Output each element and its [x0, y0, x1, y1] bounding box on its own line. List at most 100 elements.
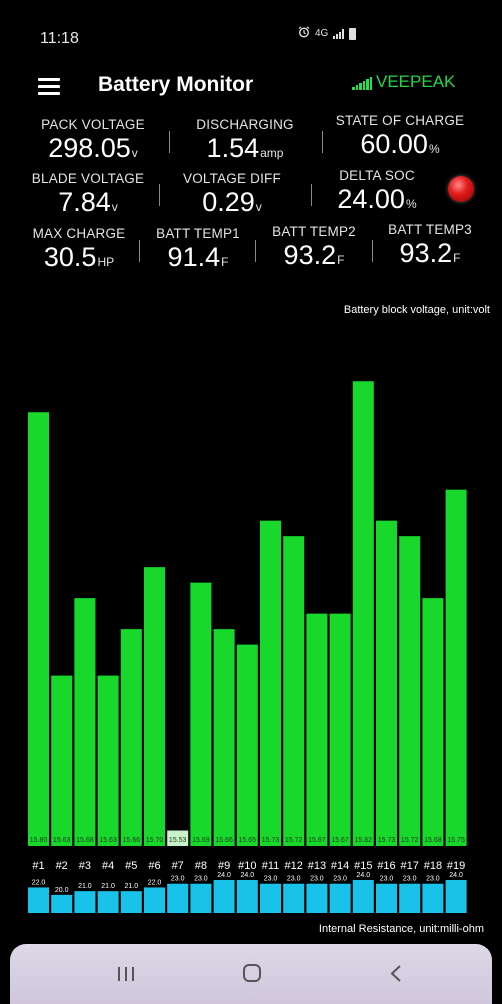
voltage-bar — [28, 412, 49, 846]
record-button[interactable] — [448, 176, 474, 202]
cell-label: #3 — [79, 860, 91, 872]
value-text: 60.00 — [360, 129, 428, 159]
voltage-bar — [376, 520, 397, 846]
resistance-data-label: 21.0 — [78, 883, 92, 890]
voltage-bar — [329, 613, 351, 846]
voltage-chart-title: Battery block voltage, unit:volt — [343, 304, 490, 316]
metric-value: 93.2F — [374, 238, 486, 269]
metric-blade-voltage: BLADE VOLTAGE 7.84v — [22, 171, 154, 218]
cell-label: #19 — [447, 860, 465, 872]
resistance-data-label: 24.0 — [217, 872, 231, 879]
divider — [159, 184, 160, 206]
resistance-bar — [213, 880, 235, 913]
divider — [255, 240, 256, 262]
cell-label: #11 — [262, 860, 280, 872]
status-icons: 4G — [298, 26, 357, 41]
cell-label: #6 — [148, 860, 160, 872]
unit-text: HP — [97, 255, 115, 269]
value-text: 30.5 — [43, 242, 97, 272]
voltage-bar — [306, 613, 328, 846]
resistance-bar — [167, 883, 189, 913]
cell-label: #12 — [285, 860, 303, 872]
cell-label: #1 — [32, 860, 44, 872]
metric-label: DISCHARGING — [196, 117, 294, 132]
metric-batt-temp1: BATT TEMP1 91.4F — [142, 226, 254, 273]
resistance-data-label: 24.0 — [449, 872, 463, 879]
resistance-data-label: 23.0 — [380, 876, 394, 883]
cell-label: #7 — [172, 860, 184, 872]
voltage-data-label: 15.72 — [285, 837, 303, 844]
unit-text: v — [255, 200, 262, 214]
voltage-data-label: 15.66 — [215, 837, 233, 844]
voltage-bar — [352, 381, 374, 846]
resistance-bar — [74, 891, 96, 913]
status-time: 11:18 — [40, 30, 79, 47]
cell-label: #10 — [238, 860, 256, 872]
resistance-bar — [399, 883, 421, 913]
recent-apps-icon — [118, 967, 134, 981]
cell-label: #18 — [424, 860, 442, 872]
unit-text: F — [337, 253, 345, 267]
resistance-data-label: 23.0 — [426, 876, 440, 883]
resistance-data-label: 23.0 — [333, 876, 347, 883]
unit-text: % — [405, 197, 417, 211]
voltage-data-label: 15.68 — [76, 837, 94, 844]
value-text: 24.00 — [337, 184, 405, 214]
divider — [169, 131, 170, 153]
battery-icon — [349, 27, 357, 40]
metric-value: 91.4F — [142, 242, 254, 273]
alarm-icon — [298, 26, 310, 41]
cell-label: #9 — [218, 860, 230, 872]
cell-label: #14 — [331, 860, 349, 872]
cell-label: #15 — [354, 860, 372, 872]
voltage-bar — [399, 536, 421, 846]
value-text: 298.05 — [48, 133, 131, 163]
resistance-bar — [144, 887, 165, 913]
metric-value: 24.00% — [317, 184, 437, 215]
value-text: 0.29 — [202, 187, 255, 217]
metric-state-of-charge: STATE OF CHARGE 60.00% — [330, 113, 470, 160]
voltage-data-label: 15.70 — [146, 837, 164, 844]
metric-label: BATT TEMP1 — [156, 226, 240, 241]
divider — [372, 240, 373, 262]
home-button[interactable] — [232, 958, 272, 988]
metric-label: DELTA SOC — [339, 168, 415, 183]
cell-label: #5 — [125, 860, 137, 872]
value-text: 93.2 — [399, 238, 453, 268]
metric-batt-temp2: BATT TEMP2 93.2F — [258, 224, 370, 271]
voltage-bar — [260, 520, 281, 846]
metric-value: 60.00% — [330, 129, 470, 160]
resistance-bar — [97, 891, 119, 913]
voltage-data-label: 15.69 — [192, 837, 210, 844]
recent-apps-button[interactable] — [106, 958, 146, 988]
resistance-data-label: 23.0 — [194, 876, 208, 883]
metric-value: 298.05v — [28, 133, 158, 164]
resistance-data-label: 22.0 — [148, 879, 162, 886]
metric-batt-temp3: BATT TEMP3 93.2F — [374, 222, 486, 269]
voltage-bar — [120, 629, 142, 846]
resistance-bar — [51, 894, 73, 913]
metric-voltage-diff: VOLTAGE DIFF 0.29v — [167, 171, 297, 218]
voltage-data-label: 15.67 — [331, 837, 349, 844]
resistance-data-label: 23.0 — [310, 876, 324, 883]
brand-logo: VEEPEAK — [352, 73, 455, 90]
voltage-data-label: 15.63 — [99, 837, 117, 844]
voltage-bar — [213, 629, 235, 846]
resistance-data-label: 21.0 — [124, 883, 138, 890]
voltage-data-label: 15.67 — [308, 837, 326, 844]
cell-label: #4 — [102, 860, 114, 872]
resistance-data-label: 21.0 — [101, 883, 115, 890]
voltage-bar — [445, 489, 467, 846]
voltage-bar — [144, 567, 165, 846]
resistance-bar — [120, 891, 142, 913]
status-bar: 11:18 4G — [0, 0, 502, 70]
voltage-bar — [74, 598, 96, 846]
voltage-data-label: 15.66 — [123, 837, 141, 844]
unit-text: % — [428, 142, 440, 156]
back-button[interactable] — [376, 958, 416, 988]
resistance-bar — [352, 880, 374, 913]
voltage-data-label: 15.80 — [30, 837, 48, 844]
voltage-data-label: 15.73 — [262, 837, 280, 844]
menu-icon[interactable] — [38, 78, 60, 95]
metric-label: STATE OF CHARGE — [335, 113, 465, 128]
